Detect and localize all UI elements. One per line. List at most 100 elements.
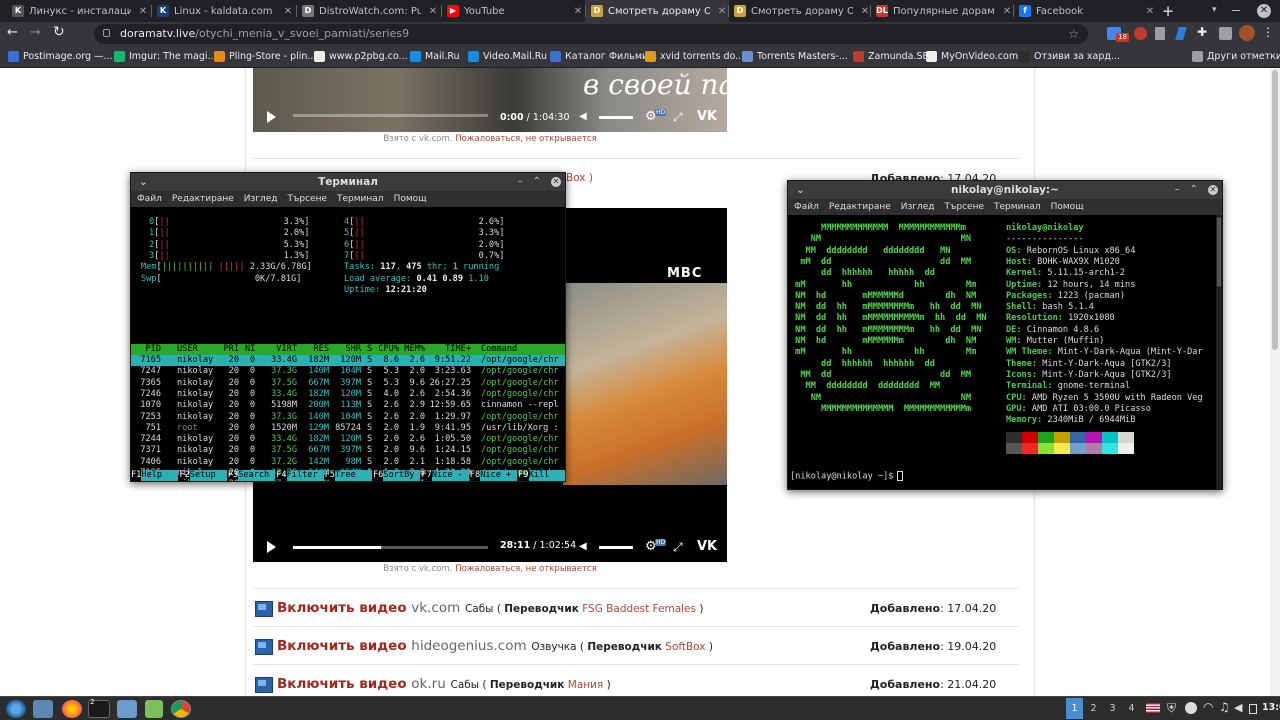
fkey-F6[interactable]: F6	[373, 470, 383, 481]
menu-item[interactable]: Помощ	[1051, 202, 1084, 212]
process-row[interactable]: 7165 nikolay 20 0 33.4G 182M 120M S 8.6 2.6 9:51.2…	[131, 355, 565, 366]
address-bar[interactable]: doramatv.live/otychi_menia_v_svoei_pamia…	[94, 24, 1088, 44]
process-header[interactable]: PID USER PRI NI VIRT RES SHR S CPU% MEM% TIME+ Comm…	[131, 344, 565, 355]
fkey-F1[interactable]: F1	[131, 470, 141, 481]
menu-item[interactable]: Терминал	[337, 194, 384, 204]
fullscreen-icon[interactable]: ⤢	[673, 540, 683, 555]
clock[interactable]: 13:02	[1262, 702, 1280, 713]
volume-slider[interactable]	[599, 546, 633, 549]
fkey-F2[interactable]: F2	[179, 470, 189, 481]
tab-close-icon[interactable]: ✕	[136, 6, 150, 17]
avatar[interactable]	[1239, 25, 1255, 41]
vk-logo-icon[interactable]: VK	[697, 109, 717, 124]
tab-7[interactable]: f Facebook ✕	[1013, 0, 1157, 22]
show-desktop-icon[interactable]	[33, 700, 53, 718]
bookmark-3[interactable]: www.p2pbg.co...	[314, 46, 408, 67]
close-icon[interactable]: ✕	[1208, 185, 1218, 195]
tab-close-icon[interactable]: ✕	[1143, 6, 1157, 17]
menu-item[interactable]: Търсене	[945, 202, 984, 212]
terminal-scrollbar[interactable]	[1216, 215, 1222, 489]
video-progress-2[interactable]	[293, 546, 488, 549]
menu-item[interactable]: Файл	[137, 194, 162, 204]
minimize-icon[interactable]: –	[1175, 181, 1180, 199]
fkey-label[interactable]: Nice -	[431, 470, 469, 481]
tab-0[interactable]: K Линукс - инсталация, н ✕	[6, 0, 150, 22]
column-header[interactable]: PID	[131, 344, 161, 355]
tab-2[interactable]: D DistroWatch.com: Put th ✕	[296, 0, 440, 22]
menu-item[interactable]: Редактиране	[829, 202, 891, 212]
video-progress[interactable]	[293, 114, 488, 117]
tab-close-icon[interactable]: ✕	[1000, 6, 1014, 17]
extension-icon-2[interactable]	[1134, 27, 1147, 40]
complain-link-1[interactable]: Пожаловаться, не открывается	[455, 134, 597, 144]
tab-close-icon[interactable]: ✕	[426, 6, 440, 17]
process-row[interactable]: 7365 nikolay 20 0 37.5G 667M 397M S 5.3 9.6 26:27.…	[131, 378, 565, 389]
tab-close-icon[interactable]: ✕	[571, 6, 585, 17]
files-icon[interactable]	[117, 700, 137, 718]
process-row[interactable]: 7246 nikolay 20 0 33.4G 182M 120M S 4.0 2.6 2:54.3…	[131, 389, 565, 400]
workspace-2[interactable]: 2	[1085, 698, 1102, 719]
extension-icon-3[interactable]	[1155, 27, 1165, 40]
menu-icon[interactable]: ⋮	[1262, 25, 1274, 39]
workspace-4[interactable]: 4	[1123, 698, 1140, 719]
bookmark-0[interactable]: Postimage.org —...	[8, 46, 113, 67]
scroll-thumb[interactable]	[1272, 70, 1278, 350]
fkey-F4[interactable]: F4	[276, 470, 286, 481]
tab-6[interactable]: DL Популярные дорамы се ✕	[870, 0, 1014, 22]
fullscreen-icon[interactable]: ⤢	[673, 110, 683, 125]
close-icon[interactable]: ✕	[551, 177, 561, 187]
fkey-label[interactable]: Setup	[189, 470, 227, 481]
menu-item[interactable]: Файл	[794, 202, 819, 212]
bookmark-11[interactable]: Отзиви за хард...	[1019, 46, 1120, 67]
column-header[interactable]: TIME+	[429, 344, 471, 355]
bookmark-9[interactable]: Zamunda.SE	[853, 46, 929, 67]
fkey-label[interactable]: SortBy	[383, 470, 421, 481]
bookmark-6[interactable]: Каталог Фильми...	[550, 46, 657, 67]
neofetch-output[interactable]: MMMMMMMMMMMMM MMMMMMMMMMMMm NM MN MM ddd…	[788, 215, 1216, 489]
puzzle-icon[interactable]: ✚	[1197, 25, 1207, 39]
extension-icon-4[interactable]	[1175, 27, 1187, 40]
process-row[interactable]: 751 root 20 0 1520M 129M 85724 S 2.0 1.9 9:41.95/u…	[131, 423, 565, 434]
volume-icon[interactable]: ◀	[579, 541, 587, 552]
window-menu-icon[interactable]: ⌄	[796, 181, 805, 199]
firefox-icon[interactable]	[62, 700, 82, 718]
bookmark-2[interactable]: Pling-Store - plin...	[214, 46, 316, 67]
enable-video-link[interactable]: Включить видео vk.com Сабы ( Переводчик …	[277, 600, 703, 616]
fkey-F8[interactable]: F8	[470, 470, 480, 481]
process-row[interactable]: 7371 nikolay 20 0 37.5G 667M 397M S 2.0 9.6 1:24.1…	[131, 445, 565, 456]
bookmark-8[interactable]: Torrents Masters-...	[742, 46, 848, 67]
htop-output[interactable]: 0[|| 3.3%] 4[|| 2.6%] 1[|| 2.0%] 5[|| 3.3%]…	[131, 207, 565, 481]
volume-slider[interactable]	[599, 116, 633, 119]
tab-5[interactable]: DСмотреть дораму Обра✕	[728, 0, 872, 22]
translator-link[interactable]: FSG Baddest Females	[582, 603, 696, 615]
bookmark-7[interactable]: xvid torrents do...	[645, 46, 744, 67]
battery-icon[interactable]	[1249, 704, 1257, 714]
tab-4[interactable]: D Смотреть дораму Отыщ ✕	[585, 0, 729, 22]
complain-link-2[interactable]: Пожаловаться, не открывается	[455, 564, 597, 574]
process-row[interactable]: 7247 nikolay 20 0 37.3G 140M 104M S 5.3 2.0 3:23.6…	[131, 366, 565, 377]
workspace-3[interactable]: 3	[1104, 698, 1121, 719]
reload-icon[interactable]: ↻	[53, 24, 65, 40]
fkey-label[interactable]: Search	[238, 470, 276, 481]
fkey-F7[interactable]: F7	[421, 470, 431, 481]
play-icon[interactable]	[267, 111, 276, 123]
translator-link[interactable]: SoftBox	[665, 641, 705, 653]
column-header[interactable]: USER	[177, 344, 198, 355]
tab-3[interactable]: ▶ YouTube ✕	[441, 0, 585, 22]
volume-icon[interactable]: ◀	[1234, 701, 1242, 714]
process-row[interactable]: 1070 nikolay 20 0 5198M 200M 113M S 2.6 2.9 12:59.…	[131, 400, 565, 411]
text-editor-icon[interactable]	[145, 700, 163, 718]
other-bookmarks[interactable]: Други отметки	[1192, 46, 1280, 67]
translator-link[interactable]: Мания	[568, 679, 604, 691]
menu-item[interactable]: Помощ	[394, 194, 427, 204]
tab-1[interactable]: K Linux - kaldata.com - Фо ✕	[151, 0, 295, 22]
wifi-icon[interactable]: ◠	[1203, 700, 1213, 714]
vk-logo-icon[interactable]: VK	[697, 539, 717, 554]
menu-item[interactable]: Терминал	[994, 202, 1041, 212]
fkey-F9[interactable]: F9	[518, 470, 528, 481]
column-header[interactable]: CPU%	[375, 344, 399, 355]
fkey-label[interactable]: Filter	[286, 470, 324, 481]
menu-item[interactable]: Търсене	[288, 194, 327, 204]
column-header[interactable]: RES	[301, 344, 329, 355]
tab-close-icon[interactable]: ✕	[281, 6, 295, 17]
